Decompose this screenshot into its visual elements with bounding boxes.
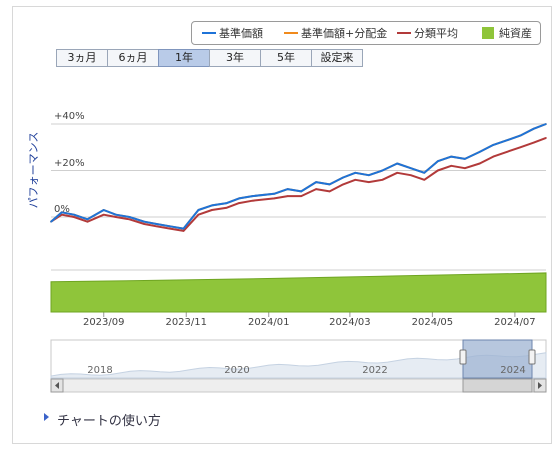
series-2-point-20 xyxy=(328,190,331,193)
series-2-point-22 xyxy=(354,179,357,181)
series-0-point-9 xyxy=(169,225,171,228)
series-0-point-30 xyxy=(464,158,466,160)
series-2-point-32 xyxy=(492,155,495,158)
series-2-point-5 xyxy=(115,216,117,218)
series-0-point-6 xyxy=(128,216,131,218)
series-0-point-29 xyxy=(450,155,453,158)
series-0-point-3 xyxy=(86,218,89,221)
series-0-point-22 xyxy=(354,172,357,174)
series-2-point-33 xyxy=(506,151,508,153)
series-2-point-31 xyxy=(478,162,481,165)
series-0-point-16 xyxy=(273,193,276,195)
series-0-point-19 xyxy=(315,181,317,183)
series-2-point-19 xyxy=(315,188,317,190)
series-2-point-35 xyxy=(533,141,535,144)
series-0-point-28 xyxy=(437,160,439,162)
series-0-point-35 xyxy=(533,127,535,130)
series-2-point-2 xyxy=(73,216,75,218)
performance-chart xyxy=(50,123,547,393)
x-tick-label-4: 2024/05 xyxy=(411,317,454,328)
series-0-point-33 xyxy=(506,139,508,142)
series-0-point-4 xyxy=(102,209,105,211)
y-tick-label-2: 0% xyxy=(54,204,70,215)
series-2-point-16 xyxy=(273,197,276,200)
series-2-point-13 xyxy=(226,206,228,209)
series-0-point-12 xyxy=(211,204,213,207)
series-2-point-11 xyxy=(197,213,200,216)
series-line-0 xyxy=(50,123,547,230)
series-2-point-18 xyxy=(300,195,303,197)
series-0-point-25 xyxy=(396,162,399,165)
series-0-point-21 xyxy=(342,176,344,179)
series-0-point-8 xyxy=(155,223,158,225)
navigator-year-label-1: 2020 xyxy=(224,365,250,376)
series-2-point-15 xyxy=(251,199,254,202)
series-2-point-27 xyxy=(423,179,426,181)
navigator-handle-left[interactable] xyxy=(459,349,467,365)
series-2-point-23 xyxy=(368,181,370,183)
navigator-handle-right[interactable] xyxy=(528,349,536,365)
series-0-point-17 xyxy=(286,188,289,190)
series-2-point-25 xyxy=(396,172,399,174)
series-2-point-4 xyxy=(102,213,105,216)
series-0-point-0 xyxy=(50,220,52,223)
x-tick-label-5: 2024/07 xyxy=(494,317,536,328)
series-0-point-31 xyxy=(478,151,481,153)
series-0-point-26 xyxy=(410,167,412,169)
navigator-scrollbar-thumb[interactable] xyxy=(462,378,533,393)
series-0-point-15 xyxy=(251,195,254,197)
x-tick-label-1: 2023/11 xyxy=(165,317,208,328)
series-2-point-34 xyxy=(519,146,522,149)
x-tick-label-3: 2024/03 xyxy=(329,317,371,328)
link-arrow-icon xyxy=(44,413,49,421)
chart-help-link[interactable]: チャートの使い方 xyxy=(57,410,161,429)
series-0-point-13 xyxy=(226,202,228,204)
series-0-point-24 xyxy=(381,169,384,172)
series-0-point-10 xyxy=(182,227,185,230)
series-0-point-11 xyxy=(197,209,200,211)
series-2-point-28 xyxy=(437,169,439,172)
series-2-point-12 xyxy=(211,209,213,211)
x-tick-label-0: 2023/09 xyxy=(82,317,125,328)
series-2-point-21 xyxy=(342,183,344,186)
series-0-point-18 xyxy=(300,190,303,193)
series-2-point-24 xyxy=(381,179,384,181)
series-0-point-34 xyxy=(519,134,522,137)
series-0-point-7 xyxy=(143,220,146,223)
x-tick-label-2: 2024/01 xyxy=(247,317,290,328)
series-0-point-23 xyxy=(368,174,370,176)
series-0-point-14 xyxy=(238,197,240,200)
series-0-point-5 xyxy=(115,213,117,216)
navigator-year-label-2: 2022 xyxy=(362,365,388,376)
navigator-year-label-0: 2018 xyxy=(87,365,113,376)
series-2-point-10 xyxy=(182,230,185,232)
series-0-point-2 xyxy=(73,213,75,216)
series-2-point-6 xyxy=(128,218,131,221)
series-0-point-36 xyxy=(545,123,547,125)
y-tick-label-0: +40% xyxy=(54,111,85,122)
series-2-point-30 xyxy=(464,167,466,169)
series-2-point-9 xyxy=(169,227,171,230)
series-2-point-36 xyxy=(545,137,547,139)
series-0-point-27 xyxy=(423,172,426,174)
y-tick-label-1: +20% xyxy=(54,157,85,169)
series-2-point-14 xyxy=(238,202,240,204)
series-2-point-3 xyxy=(86,220,89,223)
series-2-point-17 xyxy=(286,195,289,197)
series-0-point-32 xyxy=(492,144,495,146)
series-net-assets-area xyxy=(50,272,547,313)
series-2-point-26 xyxy=(410,174,412,176)
series-line-1 xyxy=(50,123,547,230)
series-2-point-29 xyxy=(450,165,453,167)
navigator-year-label-3: 2024 xyxy=(500,365,526,376)
series-2-point-7 xyxy=(143,223,146,225)
series-2-point-8 xyxy=(155,225,158,228)
series-0-point-20 xyxy=(328,183,331,186)
